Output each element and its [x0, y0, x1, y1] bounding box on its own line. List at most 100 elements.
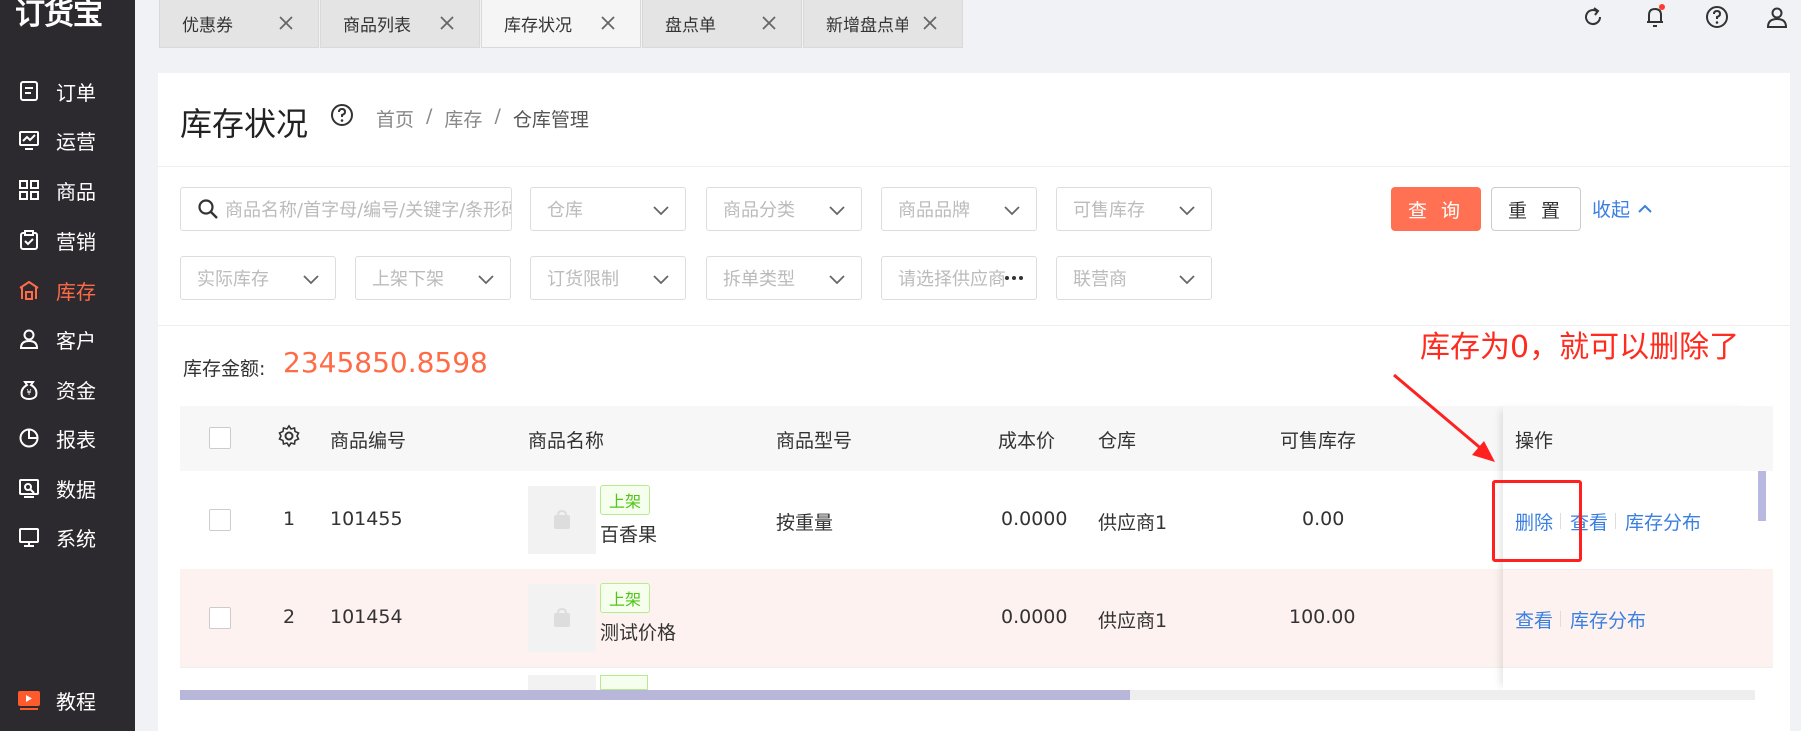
sidebar-item-label: 订单 [56, 80, 96, 105]
collapse-link[interactable]: 收起 [1592, 195, 1654, 222]
help-icon[interactable] [1702, 2, 1732, 32]
tab-inventory-status[interactable]: 库存状况 [481, 0, 641, 48]
split-type-select[interactable]: 拆单类型 [706, 256, 862, 300]
select-placeholder: 实际库存 [197, 269, 269, 290]
tab-goods-list[interactable]: 商品列表 [320, 0, 480, 48]
status-badge [600, 675, 648, 690]
tab-new-stocktake[interactable]: 新增盘点单 [803, 0, 963, 48]
order-icon [17, 79, 41, 103]
breadcrumb-home[interactable]: 首页 [376, 105, 414, 132]
close-icon[interactable] [276, 13, 296, 33]
sidebar-item-operation[interactable]: 运营 [0, 120, 135, 160]
joint-vendor-select[interactable]: 联营商 [1056, 256, 1212, 300]
chevron-down-icon [1179, 275, 1195, 285]
sidebar-item-label: 教程 [56, 689, 96, 714]
breadcrumb-separator: / [426, 105, 433, 127]
select-placeholder: 可售库存 [1073, 200, 1145, 221]
image-placeholder-icon [554, 607, 570, 627]
tab-stocktake[interactable]: 盘点单 [642, 0, 802, 48]
stock-distribution-link[interactable]: 库存分布 [1625, 508, 1701, 535]
tab-bar: 优惠券 商品列表 库存状况 盘点单 新增盘点单 [135, 0, 1801, 50]
status-badge: 上架 [600, 583, 651, 613]
product-name: 测试价格 [600, 622, 677, 644]
close-icon[interactable] [437, 13, 457, 33]
chevron-down-icon [1179, 206, 1195, 216]
tutorial-icon [17, 688, 41, 712]
product-code: 101455 [330, 508, 403, 530]
warehouse-name: 供应商1 [1098, 512, 1168, 534]
report-icon [17, 426, 41, 450]
sidebar-item-goods[interactable]: 商品 [0, 170, 135, 210]
bell-icon[interactable] [1640, 2, 1670, 32]
sidebar: 订货宝 订单 运营 商品 营销 库存 客户 ¥ 资金 报表 数据 系统 教程 [0, 0, 135, 731]
product-thumbnail[interactable] [528, 675, 596, 690]
sidebar-item-label: 库存 [56, 279, 96, 304]
row-checkbox[interactable] [209, 607, 231, 629]
reset-button[interactable]: 重 置 [1491, 187, 1581, 231]
order-limit-select[interactable]: 订货限制 [530, 256, 686, 300]
sidebar-item-tutorial[interactable]: 教程 [0, 680, 135, 720]
tab-coupon[interactable]: 优惠券 [159, 0, 319, 48]
query-button[interactable]: 查 询 [1391, 187, 1481, 231]
close-icon[interactable] [598, 13, 618, 33]
sellable-stock-select[interactable]: 可售库存 [1056, 187, 1212, 231]
user-icon[interactable] [1762, 2, 1792, 32]
sidebar-item-data[interactable]: 数据 [0, 468, 135, 508]
search-input[interactable]: 商品名称/首字母/编号/关键字/条形码 [180, 187, 512, 231]
product-name: 百香果 [600, 524, 658, 546]
row-index: 1 [283, 508, 296, 530]
row-index: 2 [283, 606, 296, 628]
view-link[interactable]: 查看 [1515, 606, 1553, 633]
sidebar-item-inventory[interactable]: 库存 [0, 270, 135, 310]
sidebar-item-label: 系统 [56, 526, 96, 551]
select-placeholder: 上架下架 [372, 269, 444, 290]
separator [1560, 611, 1561, 627]
sidebar-item-system[interactable]: 系统 [0, 517, 135, 557]
brand-select[interactable]: 商品品牌 [881, 187, 1037, 231]
actual-stock-select[interactable]: 实际库存 [180, 256, 336, 300]
tab-label: 盘点单 [665, 16, 716, 36]
sidebar-item-label: 数据 [56, 477, 96, 502]
row-checkbox[interactable] [209, 509, 231, 531]
sidebar-item-order[interactable]: 订单 [0, 71, 135, 111]
select-placeholder: 商品品牌 [898, 200, 970, 221]
close-icon[interactable] [759, 13, 779, 33]
chevron-down-icon [829, 275, 845, 285]
select-all-checkbox[interactable] [209, 427, 231, 449]
product-thumbnail[interactable] [528, 584, 596, 652]
close-icon[interactable] [920, 13, 940, 33]
customer-icon [17, 327, 41, 351]
tab-label: 库存状况 [504, 16, 572, 36]
sidebar-item-report[interactable]: 报表 [0, 418, 135, 458]
chevron-down-icon [478, 275, 494, 285]
collapse-label: 收起 [1592, 199, 1631, 221]
horizontal-scrollbar[interactable] [180, 690, 1130, 700]
sidebar-item-funds[interactable]: ¥ 资金 [0, 369, 135, 409]
question-icon[interactable] [330, 103, 354, 127]
chevron-up-icon [1638, 204, 1652, 213]
breadcrumb: 首页 / 库存 / 仓库管理 [376, 105, 589, 132]
category-select[interactable]: 商品分类 [706, 187, 862, 231]
warehouse-select[interactable]: 仓库 [530, 187, 686, 231]
header-code: 商品编号 [330, 430, 407, 452]
supplier-select[interactable]: 请选择供应商 [881, 256, 1037, 300]
stock-distribution-link[interactable]: 库存分布 [1570, 606, 1646, 633]
sidebar-item-label: 报表 [56, 427, 96, 452]
chevron-down-icon [653, 275, 669, 285]
refresh-icon[interactable] [1578, 2, 1608, 32]
gear-icon[interactable] [277, 424, 301, 448]
vertical-scrollbar[interactable] [1758, 471, 1766, 521]
more-icon [1005, 276, 1023, 280]
select-placeholder: 联营商 [1073, 269, 1127, 290]
svg-text:¥: ¥ [26, 388, 31, 397]
sidebar-item-marketing[interactable]: 营销 [0, 220, 135, 260]
tab-label: 商品列表 [343, 16, 411, 36]
product-thumbnail[interactable] [528, 486, 596, 554]
sidebar-item-customer[interactable]: 客户 [0, 319, 135, 359]
shelf-status-select[interactable]: 上架下架 [355, 256, 511, 300]
header-name: 商品名称 [528, 430, 605, 452]
chevron-down-icon [303, 275, 319, 285]
select-placeholder: 商品分类 [723, 200, 795, 221]
breadcrumb-inventory[interactable]: 库存 [444, 105, 482, 132]
product-model: 按重量 [776, 512, 834, 534]
